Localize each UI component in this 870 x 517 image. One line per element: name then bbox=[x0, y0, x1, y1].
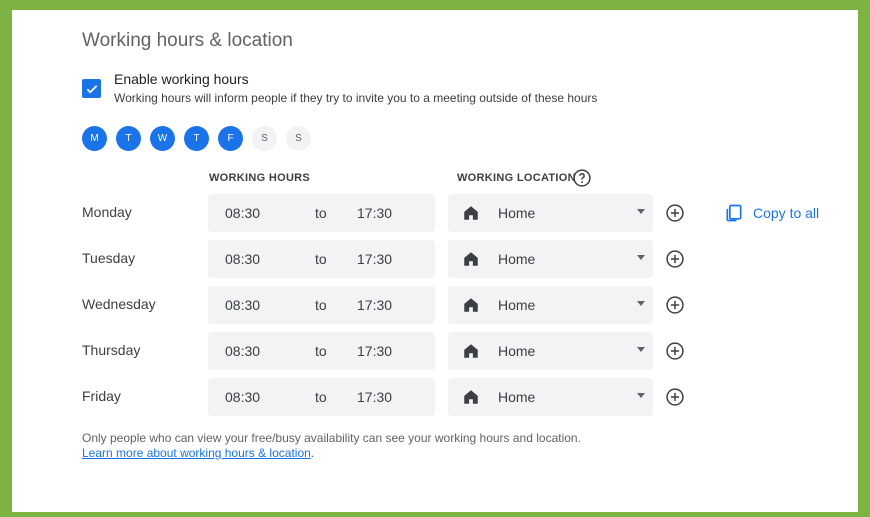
help-icon[interactable] bbox=[572, 168, 592, 188]
day-toggle-sunday[interactable]: S bbox=[286, 126, 311, 151]
weekday-selector: M T W T F S S bbox=[82, 126, 311, 151]
start-time-field[interactable]: 08:30 bbox=[225, 205, 260, 221]
working-hours-row-tuesday: Tuesday 08:30 to 17:30 Home bbox=[12, 240, 858, 278]
working-hours-row-thursday: Thursday 08:30 to 17:30 Home bbox=[12, 332, 858, 370]
day-toggle-friday[interactable]: F bbox=[218, 126, 243, 151]
day-toggle-wednesday[interactable]: W bbox=[150, 126, 175, 151]
add-hours-icon[interactable] bbox=[665, 387, 685, 407]
day-toggle-thursday[interactable]: T bbox=[184, 126, 209, 151]
check-icon bbox=[86, 84, 97, 93]
add-hours-icon[interactable] bbox=[665, 249, 685, 269]
copy-to-all-button[interactable]: Copy to all bbox=[724, 202, 819, 224]
chevron-down-icon bbox=[637, 393, 645, 398]
location-dropdown[interactable]: Home bbox=[448, 194, 653, 232]
chevron-down-icon bbox=[637, 347, 645, 352]
chevron-down-icon bbox=[637, 255, 645, 260]
location-dropdown[interactable]: Home bbox=[448, 332, 653, 370]
end-time-field[interactable]: 17:30 bbox=[357, 297, 392, 313]
visibility-note: Only people who can view your free/busy … bbox=[82, 431, 581, 445]
copy-icon bbox=[726, 204, 742, 222]
hours-range: 08:30 to 17:30 bbox=[208, 332, 435, 370]
location-value: Home bbox=[498, 251, 536, 267]
range-separator: to bbox=[315, 343, 327, 359]
location-value: Home bbox=[498, 205, 536, 221]
learn-more: Learn more about working hours & locatio… bbox=[82, 446, 314, 460]
start-time-field[interactable]: 08:30 bbox=[225, 251, 260, 267]
day-label: Friday bbox=[82, 388, 121, 404]
range-separator: to bbox=[315, 389, 327, 405]
end-time-field[interactable]: 17:30 bbox=[357, 251, 392, 267]
day-label: Thursday bbox=[82, 342, 141, 358]
hours-range: 08:30 to 17:30 bbox=[208, 240, 435, 278]
working-hours-row-monday: Monday 08:30 to 17:30 Home Copy to all bbox=[12, 194, 858, 232]
home-icon bbox=[464, 298, 478, 312]
end-time-field[interactable]: 17:30 bbox=[357, 205, 392, 221]
day-label: Monday bbox=[82, 204, 132, 220]
location-value: Home bbox=[498, 389, 536, 405]
location-value: Home bbox=[498, 297, 536, 313]
add-hours-icon[interactable] bbox=[665, 295, 685, 315]
range-separator: to bbox=[315, 251, 327, 267]
location-value: Home bbox=[498, 343, 536, 359]
add-hours-icon[interactable] bbox=[665, 341, 685, 361]
day-toggle-saturday[interactable]: S bbox=[252, 126, 277, 151]
section-title: Working hours & location bbox=[82, 30, 293, 51]
working-hours-row-friday: Friday 08:30 to 17:30 Home bbox=[12, 378, 858, 416]
range-separator: to bbox=[315, 297, 327, 313]
location-dropdown[interactable]: Home bbox=[448, 378, 653, 416]
range-separator: to bbox=[315, 205, 327, 221]
end-time-field[interactable]: 17:30 bbox=[357, 389, 392, 405]
chevron-down-icon bbox=[637, 301, 645, 306]
add-hours-icon[interactable] bbox=[665, 203, 685, 223]
enable-working-hours-description: Working hours will inform people if they… bbox=[114, 91, 598, 105]
location-dropdown[interactable]: Home bbox=[448, 286, 653, 324]
hours-range: 08:30 to 17:30 bbox=[208, 378, 435, 416]
enable-working-hours-checkbox[interactable] bbox=[82, 79, 101, 98]
learn-more-suffix: . bbox=[310, 446, 315, 460]
start-time-field[interactable]: 08:30 bbox=[225, 297, 260, 313]
working-hours-panel: Working hours & location Enable working … bbox=[12, 10, 858, 512]
start-time-field[interactable]: 08:30 bbox=[225, 389, 260, 405]
chevron-down-icon bbox=[637, 209, 645, 214]
hours-range: 08:30 to 17:30 bbox=[208, 194, 435, 232]
learn-more-link[interactable]: Learn more about working hours & locatio… bbox=[82, 446, 311, 460]
working-location-header: WORKING LOCATION bbox=[457, 172, 576, 184]
copy-to-all-label: Copy to all bbox=[753, 205, 820, 221]
end-time-field[interactable]: 17:30 bbox=[357, 343, 392, 359]
enable-working-hours-label: Enable working hours bbox=[114, 71, 249, 87]
hours-range: 08:30 to 17:30 bbox=[208, 286, 435, 324]
home-icon bbox=[464, 344, 478, 358]
day-label: Tuesday bbox=[82, 250, 136, 266]
start-time-field[interactable]: 08:30 bbox=[225, 343, 260, 359]
working-hours-row-wednesday: Wednesday 08:30 to 17:30 Home bbox=[12, 286, 858, 324]
home-icon bbox=[464, 390, 478, 404]
day-label: Wednesday bbox=[82, 296, 156, 312]
working-hours-header: WORKING HOURS bbox=[209, 172, 311, 184]
location-dropdown[interactable]: Home bbox=[448, 240, 653, 278]
home-icon bbox=[464, 252, 478, 266]
day-toggle-monday[interactable]: M bbox=[82, 126, 107, 151]
day-toggle-tuesday[interactable]: T bbox=[116, 126, 141, 151]
home-icon bbox=[464, 206, 478, 220]
